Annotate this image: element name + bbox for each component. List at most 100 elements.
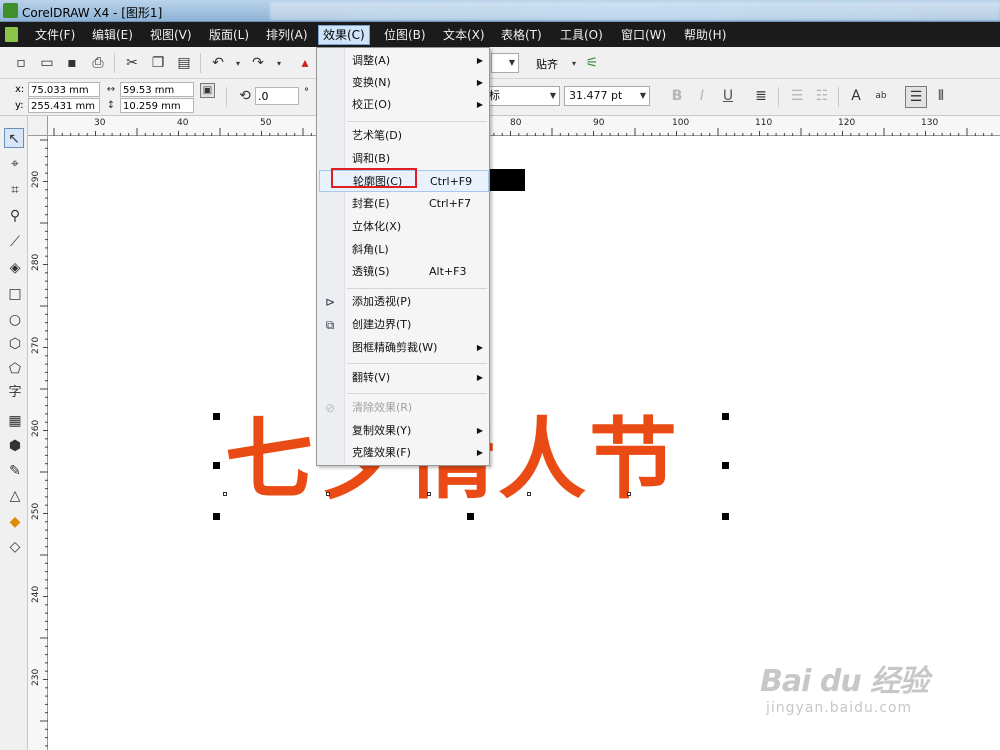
menu-item-create-boundary[interactable]: ⧉ 创建边界(T) <box>319 314 489 336</box>
lock-ratio-icon[interactable]: ▣ <box>200 83 215 98</box>
rectangle-tool-icon[interactable]: □ <box>5 284 25 304</box>
vertical-ruler[interactable]: 290 280 270 260 250 240 230 <box>28 136 48 750</box>
new-document-icon[interactable]: ▫ <box>12 54 30 72</box>
copy-icon[interactable]: ❐ <box>149 54 167 72</box>
ruler-y-label: 280 <box>31 253 41 271</box>
menu-table[interactable]: 表格(T) <box>497 26 546 44</box>
zoom-level-combo[interactable]: ▼ <box>491 53 519 73</box>
edit-text-icon[interactable]: ab <box>872 87 890 105</box>
menu-edit[interactable]: 编辑(E) <box>88 26 137 44</box>
bullet-list-icon[interactable]: ☰ <box>788 87 806 105</box>
menu-item-add-perspective[interactable]: ⊳ 添加透视(P) <box>319 291 489 313</box>
font-name-text: 标 <box>489 89 500 102</box>
selection-handle[interactable] <box>722 413 729 420</box>
drop-cap-icon[interactable]: ☷ <box>813 87 831 105</box>
horizontal-text-icon[interactable]: ☰ <box>905 86 927 108</box>
interactive-fill-icon[interactable]: ◇ <box>5 537 25 557</box>
menu-tools[interactable]: 工具(O) <box>556 26 607 44</box>
menu-bitmaps[interactable]: 位图(B) <box>380 26 430 44</box>
shape-tool-icon[interactable]: ⌖ <box>5 154 25 174</box>
character-node[interactable] <box>326 492 330 496</box>
menu-item-label: 添加透视(P) <box>352 295 412 308</box>
undo-icon[interactable]: ↶ <box>209 54 227 72</box>
character-node[interactable] <box>627 492 631 496</box>
eyedropper-icon[interactable]: ✎ <box>5 461 25 481</box>
underline-icon[interactable]: U <box>719 87 737 105</box>
selection-handle[interactable] <box>722 513 729 520</box>
pick-tool-icon[interactable]: ↖ <box>4 128 24 148</box>
width-field[interactable]: 59.53 mm <box>120 82 194 97</box>
menu-item-clone-effect[interactable]: 克隆效果(F) ▶ <box>319 442 489 464</box>
menu-item-transform[interactable]: 变换(N) ▶ <box>319 72 489 94</box>
text-tool-icon[interactable]: 字 <box>5 383 25 403</box>
menu-item-blend[interactable]: 调和(B) <box>319 148 489 170</box>
outline-tool-icon[interactable]: △ <box>5 486 25 506</box>
character-node[interactable] <box>223 492 227 496</box>
black-rectangle-object[interactable] <box>489 169 525 191</box>
x-position-field[interactable]: 75.033 mm <box>28 82 100 97</box>
menu-layout[interactable]: 版面(L) <box>205 26 253 44</box>
redo-dropdown-icon[interactable]: ▾ <box>270 55 288 73</box>
ruler-origin-corner[interactable] <box>28 116 48 136</box>
italic-icon[interactable]: I <box>693 87 711 105</box>
selection-handle[interactable] <box>213 513 220 520</box>
menu-help[interactable]: 帮助(H) <box>680 26 730 44</box>
crop-tool-icon[interactable]: ⌗ <box>5 180 25 200</box>
options-icon[interactable]: ⚟ <box>583 54 601 72</box>
selection-handle[interactable] <box>467 513 474 520</box>
rotation-field[interactable]: .0 <box>255 87 299 105</box>
document-icon[interactable] <box>5 27 18 42</box>
import-icon[interactable]: ▴ <box>296 54 314 72</box>
y-position-field[interactable]: 255.431 mm <box>28 98 100 113</box>
menu-item-envelope[interactable]: 封套(E) Ctrl+F7 <box>319 193 489 215</box>
menu-file[interactable]: 文件(F) <box>31 26 79 44</box>
menu-item-copy-effect[interactable]: 复制效果(Y) ▶ <box>319 420 489 442</box>
align-icon[interactable]: ≣ <box>752 87 770 105</box>
snap-to-label[interactable]: 贴齐 <box>536 56 558 72</box>
extrude-tool-icon[interactable]: ⬢ <box>5 436 25 456</box>
vertical-text-icon[interactable]: ⦀ <box>932 87 950 105</box>
menu-item-artistic-media[interactable]: 艺术笔(D) <box>319 125 489 147</box>
menu-window[interactable]: 窗口(W) <box>617 26 670 44</box>
undo-dropdown-icon[interactable]: ▾ <box>229 55 247 73</box>
menu-item-label: 图框精确剪裁(W) <box>352 341 438 354</box>
menu-text[interactable]: 文本(X) <box>439 26 489 44</box>
menu-item-rollover[interactable]: 翻转(V) ▶ <box>319 367 489 389</box>
fill-tool-icon[interactable]: ◆ <box>5 512 25 532</box>
zoom-tool-icon[interactable]: ⚲ <box>5 206 25 226</box>
character-format-icon[interactable]: A <box>847 87 865 105</box>
selection-handle[interactable] <box>213 413 220 420</box>
selection-handle[interactable] <box>213 462 220 469</box>
character-node[interactable] <box>427 492 431 496</box>
basic-shapes-icon[interactable]: ⬠ <box>5 359 25 379</box>
freehand-tool-icon[interactable]: ⟋ <box>5 232 25 252</box>
snap-dropdown-icon[interactable]: ▾ <box>565 55 583 73</box>
open-folder-icon[interactable]: ▭ <box>38 54 56 72</box>
menu-arrange[interactable]: 排列(A) <box>262 26 312 44</box>
selection-handle[interactable] <box>722 462 729 469</box>
menu-effects[interactable]: 效果(C) <box>318 25 370 45</box>
table-tool-icon[interactable]: ▦ <box>5 411 25 431</box>
save-icon[interactable]: ▪ <box>63 54 81 72</box>
print-icon[interactable]: ⎙ <box>89 54 107 72</box>
horizontal-ruler[interactable]: 30 40 50 80 90 100 110 120 130 <box>28 116 1000 136</box>
menu-item-correction[interactable]: 校正(O) ▶ <box>319 94 489 116</box>
x-label: x: <box>15 84 25 95</box>
paste-icon[interactable]: ▤ <box>175 54 193 72</box>
ellipse-tool-icon[interactable]: ○ <box>5 310 25 330</box>
menu-item-extrude[interactable]: 立体化(X) <box>319 216 489 238</box>
menu-view[interactable]: 视图(V) <box>146 26 196 44</box>
menu-item-lens[interactable]: 透镜(S) Alt+F3 <box>319 261 489 283</box>
cut-icon[interactable]: ✂ <box>123 54 141 72</box>
menu-item-powerclip[interactable]: 图框精确剪裁(W) ▶ <box>319 337 489 359</box>
height-field[interactable]: 10.259 mm <box>120 98 194 113</box>
bold-icon[interactable]: B <box>668 87 686 105</box>
polygon-tool-icon[interactable]: ⬡ <box>5 334 25 354</box>
character-node[interactable] <box>527 492 531 496</box>
smart-fill-icon[interactable]: ◈ <box>5 258 25 278</box>
menu-item-bevel[interactable]: 斜角(L) <box>319 239 489 261</box>
menu-item-adjust[interactable]: 调整(A) ▶ <box>319 50 489 72</box>
redo-icon[interactable]: ↷ <box>249 54 267 72</box>
font-name-combo[interactable]: 标 ▼ <box>484 86 560 106</box>
font-size-combo[interactable]: 31.477 pt ▼ <box>564 86 650 106</box>
